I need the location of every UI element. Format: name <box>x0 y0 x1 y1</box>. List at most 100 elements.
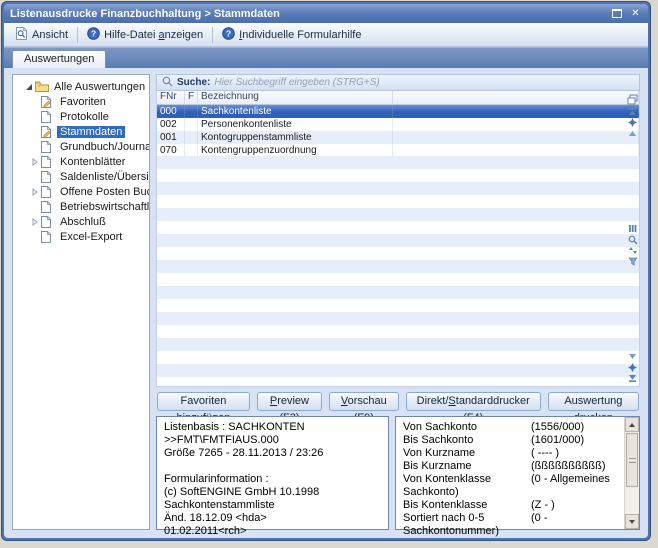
title-bar[interactable]: Listenausdrucke Finanzbuchhaltung > Stam… <box>4 4 648 23</box>
info-line: Formularinformation : <box>164 473 381 486</box>
collapsed-arrow-icon[interactable] <box>31 158 41 166</box>
empty-rows-area <box>157 156 639 386</box>
page-edit-icon <box>41 96 57 108</box>
scroll-down-icon[interactable] <box>627 351 638 362</box>
search-icon[interactable] <box>627 234 638 245</box>
expanded-arrow-icon[interactable] <box>25 83 35 91</box>
columns-icon[interactable] <box>627 223 638 234</box>
toolbar: Ansicht ? Hilfe-Datei anzeigen ? Individ… <box>4 23 648 47</box>
param-entry: Sortiert nach 0-5(0 - Sachkontonummer) <box>403 512 622 538</box>
param-entry: Von Kontenklasse(0 - Allgemeines Sachkon… <box>403 473 622 499</box>
param-entry: Bis Kurzname(ßßßßßßßßßß) <box>403 460 622 473</box>
scrollbar-up-icon[interactable] <box>625 417 639 432</box>
list-info-panel: Listenbasis : SACHKONTEN >>FMT\FMTFIAUS.… <box>156 416 389 530</box>
hilfe-datei-anzeigen-button[interactable]: ? Hilfe-Datei anzeigen <box>80 25 210 45</box>
table-header-row: FNr F Bezeichnung <box>157 91 639 105</box>
page-icon <box>41 141 57 153</box>
info-line: Listenbasis : SACHKONTEN <box>164 421 381 434</box>
tree-item-offene-posten-buchhaltung[interactable]: Offene Posten Buchhaltung <box>13 184 149 199</box>
page-icon <box>41 216 57 228</box>
tree-item-protokolle[interactable]: Protokolle <box>13 109 149 124</box>
tree-item-label: Betriebswirtschaftliche Auswertungen <box>57 201 150 213</box>
param-entry: Bis Sachkonto(1601/000) <box>403 434 622 447</box>
ansicht-button[interactable]: Ansicht <box>8 25 75 45</box>
param-entry: Von Kurzname( ---- ) <box>403 447 622 460</box>
tree-item-favoriten[interactable]: Favoriten <box>13 94 149 109</box>
app-window: Listenausdrucke Finanzbuchhaltung > Stam… <box>1 1 651 541</box>
filter-icon[interactable] <box>627 256 638 267</box>
page-icon <box>41 231 57 243</box>
column-chooser-icon[interactable] <box>627 92 638 103</box>
tree-item-label: Kontenblätter <box>57 156 128 168</box>
auswertung-drucken-button[interactable]: Auswertung drucken <box>548 392 639 411</box>
parameter-info-panel: Von Sachkonto(1556/000) Bis Sachkonto(16… <box>395 416 640 530</box>
help-icon: ? <box>87 27 100 43</box>
tab-strip: Auswertungen <box>4 47 648 68</box>
search-label: Suche: <box>177 77 210 88</box>
scroll-page-down-icon[interactable] <box>627 362 638 373</box>
preview-button[interactable]: Preview (F3) <box>257 392 322 411</box>
view-page-icon <box>15 27 28 43</box>
search-input[interactable]: Suche: Hier Suchbegriff eingeben (STRG+S… <box>156 74 640 91</box>
svg-text:?: ? <box>91 28 96 38</box>
collapsed-arrow-icon[interactable] <box>31 188 41 196</box>
info-scrollbar[interactable] <box>624 417 639 529</box>
tree-item-label: Stammdaten <box>57 126 125 138</box>
tree-item-stammdaten[interactable]: Stammdaten <box>13 124 149 139</box>
info-line: >>FMT\FMTFIAUS.000 <box>164 434 381 447</box>
tree-item-saldenliste-uebersicht[interactable]: Saldenliste/Übersicht <box>13 169 149 184</box>
tree-item-label: Excel-Export <box>57 231 125 243</box>
sort-icon[interactable] <box>627 245 638 256</box>
tree-item-label: Protokolle <box>57 111 112 123</box>
individuelle-formularhilfe-button[interactable]: ? Individuelle Formularhilfe <box>215 25 368 45</box>
direkt-standarddrucker-button[interactable]: Direkt/Standarddrucker (F4) <box>406 392 541 411</box>
scrollbar-down-icon[interactable] <box>625 514 639 529</box>
header-fnr[interactable]: FNr <box>157 91 185 104</box>
tree-item-excel-export[interactable]: Excel-Export <box>13 229 149 244</box>
toolbar-separator <box>212 27 213 43</box>
scroll-page-up-icon[interactable] <box>627 117 638 128</box>
tree-item-label: Abschluß <box>57 216 109 228</box>
close-icon[interactable]: ✕ <box>629 8 642 20</box>
search-placeholder: Hier Suchbegriff eingeben (STRG+S) <box>214 77 379 88</box>
header-empty[interactable] <box>393 91 639 104</box>
favoriten-hinzufuegen-button[interactable]: Favoriten hinzufügen <box>157 392 250 411</box>
svg-text:?: ? <box>226 28 231 38</box>
evaluation-table: FNr F Bezeichnung 000Sachkontenliste 002… <box>156 91 640 387</box>
page-edit-icon <box>41 126 57 138</box>
tree-item-abschluss[interactable]: Abschluß <box>13 214 149 229</box>
scroll-last-icon[interactable] <box>627 373 638 384</box>
tree-item-alle-auswertungen[interactable]: Alle Auswertungen <box>13 79 149 94</box>
collapsed-arrow-icon[interactable] <box>31 218 41 226</box>
tree-item-label: Favoriten <box>57 96 109 108</box>
table-row[interactable]: 002Personenkontenliste <box>157 118 639 131</box>
table-nav-strip <box>626 104 639 386</box>
tree-item-label: Saldenliste/Übersicht <box>57 171 150 183</box>
info-line: (c) SoftENGINE GmbH 10.1998 <box>164 486 381 499</box>
header-bezeichnung[interactable]: Bezeichnung <box>198 91 393 104</box>
tree-item-label: Alle Auswertungen <box>51 81 148 93</box>
page-icon <box>41 171 57 183</box>
restore-icon[interactable] <box>610 8 623 20</box>
tree-item-label: Grundbuch/Journale <box>57 141 150 153</box>
info-line: Größe 7265 - 28.11.2013 / 23:26 <box>164 447 381 460</box>
evaluation-tree-panel: Alle Auswertungen Favoriten Protokolle S… <box>12 74 150 530</box>
folder-icon <box>35 81 51 92</box>
vorschau-button[interactable]: Vorschau (F9) <box>329 392 399 411</box>
scrollbar-thumb[interactable] <box>626 433 638 487</box>
tree-item-kontenblaetter[interactable]: Kontenblätter <box>13 154 149 169</box>
tree-item-betriebswirtschaftliche-auswertungen[interactable]: Betriebswirtschaftliche Auswertungen <box>13 199 149 214</box>
page-icon <box>41 111 57 123</box>
info-line: Sachkontenstammliste <box>164 499 381 512</box>
tree-item-grundbuch-journale[interactable]: Grundbuch/Journale <box>13 139 149 154</box>
scroll-first-icon[interactable] <box>627 106 638 117</box>
table-row[interactable]: 000Sachkontenliste <box>157 105 639 118</box>
page-icon <box>41 156 57 168</box>
table-row[interactable]: 001Kontogruppenstammliste <box>157 131 639 144</box>
page-icon <box>41 186 57 198</box>
header-f[interactable]: F <box>185 91 198 104</box>
window-title: Listenausdrucke Finanzbuchhaltung > Stam… <box>10 8 610 20</box>
tab-auswertungen[interactable]: Auswertungen <box>12 50 106 68</box>
param-entry: Bis Kontenklasse(Z - ) <box>403 499 622 512</box>
scroll-up-icon[interactable] <box>627 128 638 139</box>
